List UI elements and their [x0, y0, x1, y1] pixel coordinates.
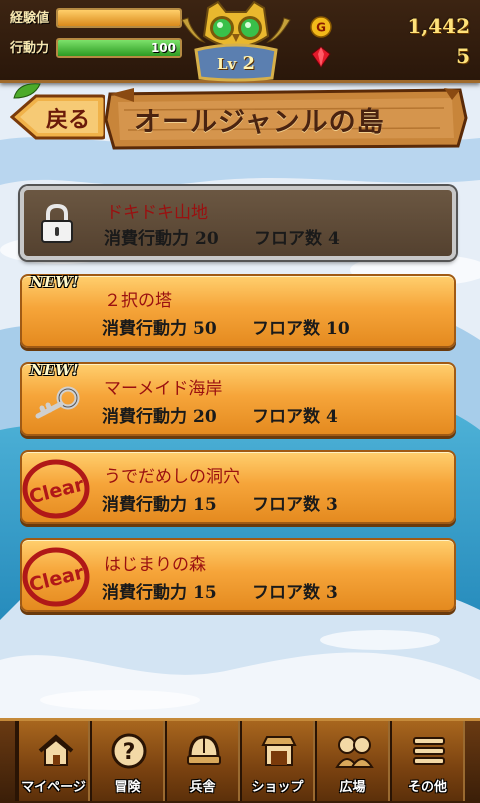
house-icon: [38, 734, 74, 766]
title-banner: オールジャンルの島: [104, 88, 468, 150]
floor-pair: フロア数 4: [252, 402, 338, 427]
nav-shop[interactable]: ショップ: [240, 721, 315, 801]
clear-label: Clear: [27, 473, 87, 508]
floor-label: フロア数: [252, 319, 320, 339]
nav-plaza[interactable]: 広場: [315, 721, 390, 801]
status-bar: 経験値 行動力 100 Lv 2 G 1,442 5: [0, 0, 480, 83]
nav-other[interactable]: その他: [390, 721, 465, 801]
floor-pair: フロア数 3: [252, 490, 338, 515]
floor-pair: フロア数 10: [252, 314, 350, 339]
cost-value: 15: [193, 495, 217, 515]
cost-pair: 消費行動力 15: [102, 490, 217, 515]
clear-stamp-icon: Clear: [22, 547, 90, 607]
cost-pair: 消費行動力 15: [102, 578, 217, 603]
floor-label: フロア数: [252, 495, 320, 515]
bottom-nav: マイページ ? 冒険 兵舎 ショップ 広場 その他: [0, 718, 480, 803]
clear-stamp-icon: Clear: [22, 459, 90, 519]
cost-label: 消費行動力: [102, 319, 187, 339]
gold-coin-icon: G: [310, 16, 332, 38]
gold-icon-letter: G: [316, 21, 326, 35]
gold-row: G 1,442: [310, 14, 470, 42]
back-label: 戻る: [46, 108, 91, 133]
cost-value: 50: [193, 319, 217, 339]
svg-text:?: ?: [123, 740, 136, 765]
stage-item-clear[interactable]: Clear はじまりの森 消費行動力 15 フロア数 3: [20, 538, 456, 612]
nav-label: 兵舎: [189, 780, 216, 795]
new-badge: NEW!: [30, 361, 79, 379]
key-icon: [35, 386, 80, 419]
stage-name: ドキドキ山地: [106, 203, 208, 223]
stage-name: ２択の塔: [104, 291, 172, 311]
clear-label: Clear: [27, 561, 87, 596]
floor-label: フロア数: [252, 583, 320, 603]
gem-icon: [311, 46, 331, 68]
leaf-decoration-icon: [13, 83, 41, 99]
exp-row: 経験値: [10, 4, 62, 28]
cost-label: 消費行動力: [102, 583, 187, 603]
cost-value: 15: [193, 583, 217, 603]
exp-bar-fill: [58, 10, 180, 26]
action-bar: 100: [56, 38, 182, 58]
stage-name: はじまりの森: [104, 555, 206, 575]
cost-label: 消費行動力: [104, 229, 189, 249]
gold-amount: 1,442: [407, 14, 470, 38]
nav-barracks[interactable]: 兵舎: [165, 721, 240, 801]
helmet-icon: [187, 735, 221, 765]
stage-name: マーメイド海岸: [104, 379, 223, 399]
cost-label: 消費行動力: [102, 495, 187, 515]
stage-item-new[interactable]: NEW! ２択の塔 消費行動力 50 フロア数 10: [20, 273, 456, 348]
floor-pair: フロア数 4: [254, 224, 340, 249]
floor-value: 4: [326, 407, 338, 427]
gem-amount: 5: [456, 44, 470, 68]
nav-label: マイページ: [21, 780, 86, 795]
shop-icon: [261, 736, 297, 766]
menu-icon: [413, 737, 445, 765]
stage-stats: 消費行動力 20 フロア数 4: [102, 402, 338, 427]
exp-label: 経験値: [10, 10, 50, 26]
new-badge: NEW!: [30, 273, 79, 291]
people-icon: [335, 736, 374, 768]
floor-pair: フロア数 3: [252, 578, 338, 603]
floor-value: 10: [326, 319, 350, 339]
exp-bar: [56, 8, 182, 28]
floor-value: 3: [326, 495, 338, 515]
cost-pair: 消費行動力 20: [104, 224, 219, 249]
level-badge: Lv 2: [196, 52, 276, 76]
stage-stats: 消費行動力 50 フロア数 10: [102, 314, 350, 339]
floor-value: 3: [326, 583, 338, 603]
page-title: オールジャンルの島: [134, 107, 385, 138]
cost-value: 20: [193, 407, 217, 427]
padlock-icon: [41, 204, 73, 243]
action-value: 100: [150, 41, 176, 55]
nav-adventure[interactable]: ? 冒険: [90, 721, 165, 801]
action-row: 行動力: [10, 34, 62, 58]
stage-item-clear[interactable]: Clear うでだめしの洞穴 消費行動力 15 フロア数 3: [20, 450, 456, 524]
stage-stats: 消費行動力 15 フロア数 3: [102, 578, 338, 603]
stage-item-locked[interactable]: ドキドキ山地 消費行動力 20 フロア数 4: [20, 186, 456, 260]
floor-label: フロア数: [254, 229, 322, 249]
nav-label: その他: [407, 780, 447, 795]
level-value: 2: [242, 53, 256, 74]
cost-value: 20: [195, 229, 219, 249]
stage-name: うでだめしの洞穴: [104, 467, 240, 487]
question-icon: ?: [111, 733, 147, 769]
cost-pair: 消費行動力 50: [102, 314, 217, 339]
floor-label: フロア数: [252, 407, 320, 427]
nav-label: 広場: [339, 780, 366, 795]
floor-value: 4: [328, 229, 340, 249]
gem-row: 5: [310, 44, 470, 72]
cost-pair: 消費行動力 20: [102, 402, 217, 427]
stage-stats: 消費行動力 15 フロア数 3: [102, 490, 338, 515]
stage-item-new-key[interactable]: NEW! マーメイド海岸 消費行動力 20 フロア数 4: [20, 361, 456, 436]
cost-label: 消費行動力: [102, 407, 187, 427]
nav-mypage[interactable]: マイページ: [15, 721, 90, 801]
action-label: 行動力: [10, 40, 50, 56]
nav-label: ショップ: [251, 780, 304, 795]
stage-stats: 消費行動力 20 フロア数 4: [104, 224, 340, 249]
nav-label: 冒険: [114, 780, 141, 795]
level-prefix: Lv: [216, 55, 237, 73]
